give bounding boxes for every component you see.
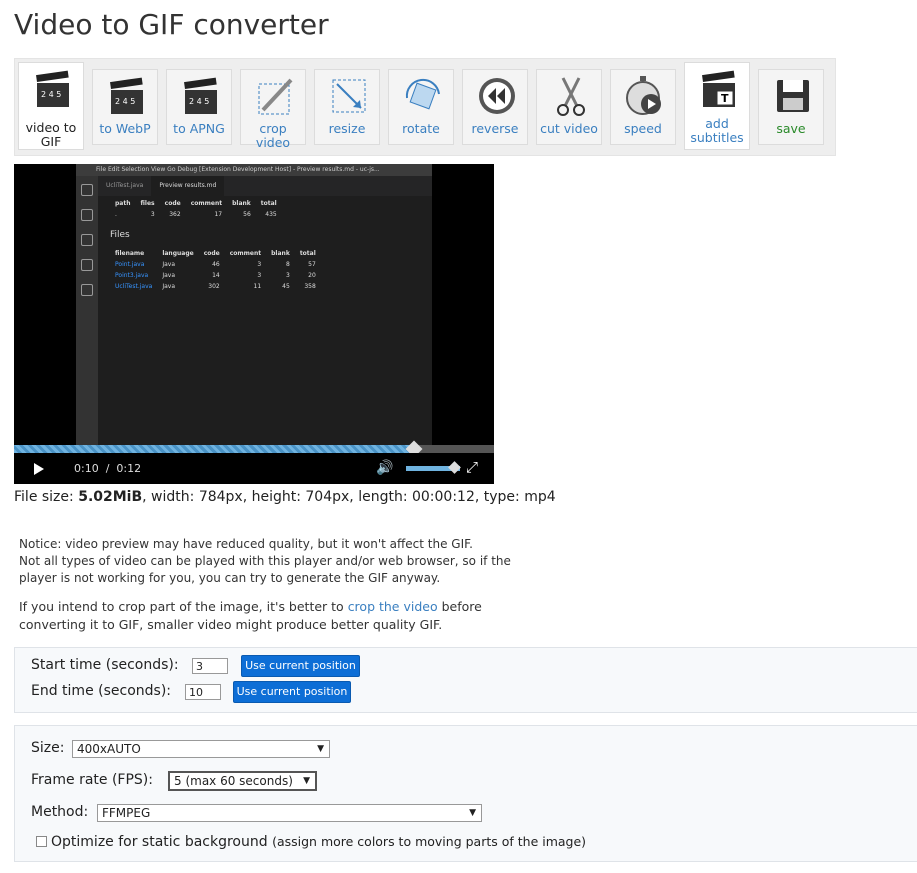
preview-notice: Notice: video preview may have reduced q…	[19, 537, 511, 585]
rotate-icon	[405, 78, 440, 110]
editor-content: path files code comment blank total . 3 362 17…	[110, 198, 422, 292]
tool-resize[interactable]: resize	[314, 69, 380, 145]
end-use-current-button[interactable]: Use current position	[233, 681, 351, 703]
reverse-icon	[479, 78, 515, 114]
files-table: filename language code comment blank total P…	[115, 250, 316, 290]
crop-note: If you intend to crop part of the image,…	[19, 599, 482, 632]
scissors-icon	[557, 77, 585, 116]
clapperboard-icon: 2 4 5	[184, 77, 217, 114]
tool-label: video to GIF	[25, 120, 77, 149]
tool-cut-video[interactable]: cut video	[536, 69, 602, 145]
fps-label: Frame rate (FPS):	[31, 772, 153, 788]
tool-rotate[interactable]: rotate	[388, 69, 454, 145]
video-controls: 0:10 / 0:12 🔊 ⤢	[14, 453, 494, 484]
progress-fill	[14, 445, 414, 453]
video-frame: File Edit Selection View Go Debug [Exten…	[76, 164, 432, 484]
clapperboard-icon: 2 4 5	[110, 77, 143, 114]
clapperboard-icon: 2 4 5	[36, 70, 69, 107]
file-size: 5.02MiB	[78, 489, 143, 505]
optimize-hint: (assign more colors to moving parts of t…	[272, 834, 587, 849]
time-display: 0:10 / 0:12	[74, 462, 142, 475]
editor-activity-bar	[76, 176, 98, 470]
chevron-down-icon: ▼	[303, 776, 310, 786]
tool-reverse[interactable]: reverse	[462, 69, 528, 145]
editor-tabs: UcliTest.java Preview results.md	[98, 176, 432, 196]
options-panel: Size: 400xAUTO ▼ Frame rate (FPS): 5 (max…	[14, 725, 917, 862]
tool-label: rotate	[402, 121, 440, 136]
tool-label: resize	[328, 121, 366, 136]
svg-text:2 4 5: 2 4 5	[189, 97, 209, 106]
tool-add-subtitles[interactable]: T add subtitles	[684, 62, 750, 150]
editor-title: File Edit Selection View Go Debug [Exten…	[76, 164, 432, 176]
page-title: Video to GIF converter	[14, 8, 329, 41]
tool-label: speed	[624, 121, 662, 136]
start-use-current-button[interactable]: Use current position	[241, 655, 360, 677]
volume-handle[interactable]	[448, 461, 461, 474]
crop-icon	[258, 78, 293, 115]
tool-label: reverse	[471, 121, 519, 136]
method-label: Method:	[31, 804, 89, 820]
tool-crop-video[interactable]: crop video	[240, 69, 306, 150]
crop-video-link[interactable]: crop the video	[348, 599, 438, 614]
chevron-down-icon: ▼	[469, 808, 476, 818]
end-time-input[interactable]: 10	[185, 684, 221, 700]
volume-icon[interactable]: 🔊	[376, 460, 393, 476]
optimize-label: Optimize for static background (assign m…	[51, 834, 587, 850]
floppy-disk-icon	[777, 80, 809, 112]
fullscreen-icon[interactable]: ⤢	[466, 458, 478, 476]
time-range-panel: Start time (seconds): 3 Use current posi…	[14, 647, 917, 713]
method-select[interactable]: FFMPEG ▼	[97, 804, 482, 822]
svg-text:T: T	[721, 92, 729, 105]
size-select[interactable]: 400xAUTO ▼	[72, 740, 330, 758]
tool-save[interactable]: save	[758, 69, 824, 145]
start-time-input[interactable]: 3	[192, 658, 228, 674]
chevron-down-icon: ▼	[317, 744, 324, 754]
summary-table: path files code comment blank total . 3 362 17…	[115, 200, 277, 218]
tool-label: to APNG	[173, 121, 225, 136]
start-time-label: Start time (seconds):	[31, 657, 179, 673]
stopwatch-icon	[626, 76, 661, 115]
tool-label: crop video	[255, 121, 291, 150]
tool-to-webp[interactable]: 2 4 5 to WebP	[92, 69, 158, 145]
fps-select[interactable]: 5 (max 60 seconds) ▼	[168, 771, 317, 791]
file-info: File size: 5.02MiB, width: 784px, height…	[14, 489, 556, 505]
tool-label: to WebP	[99, 121, 151, 136]
tool-label: save	[776, 121, 806, 136]
tool-label: cut video	[540, 121, 598, 136]
optimize-checkbox[interactable]	[36, 836, 47, 847]
tool-label: add subtitles	[690, 116, 744, 145]
subtitles-icon: T	[702, 70, 735, 107]
size-label: Size:	[31, 740, 65, 756]
tool-toolbar: 2 4 5 video to GIF 2 4 5 to WebP 2 4 5 t…	[14, 58, 836, 156]
end-time-label: End time (seconds):	[31, 683, 171, 699]
tool-to-apng[interactable]: 2 4 5 to APNG	[166, 69, 232, 145]
resize-icon	[332, 79, 366, 113]
svg-text:2 4 5: 2 4 5	[41, 90, 61, 99]
svg-text:2 4 5: 2 4 5	[115, 97, 135, 106]
tool-speed[interactable]: speed	[610, 69, 676, 145]
play-icon[interactable]	[34, 463, 44, 475]
tool-video-to-gif[interactable]: 2 4 5 video to GIF	[18, 62, 84, 150]
files-heading: Files	[110, 230, 130, 240]
video-player[interactable]: File Edit Selection View Go Debug [Exten…	[14, 164, 494, 484]
video-progress-bar[interactable]	[14, 440, 494, 458]
